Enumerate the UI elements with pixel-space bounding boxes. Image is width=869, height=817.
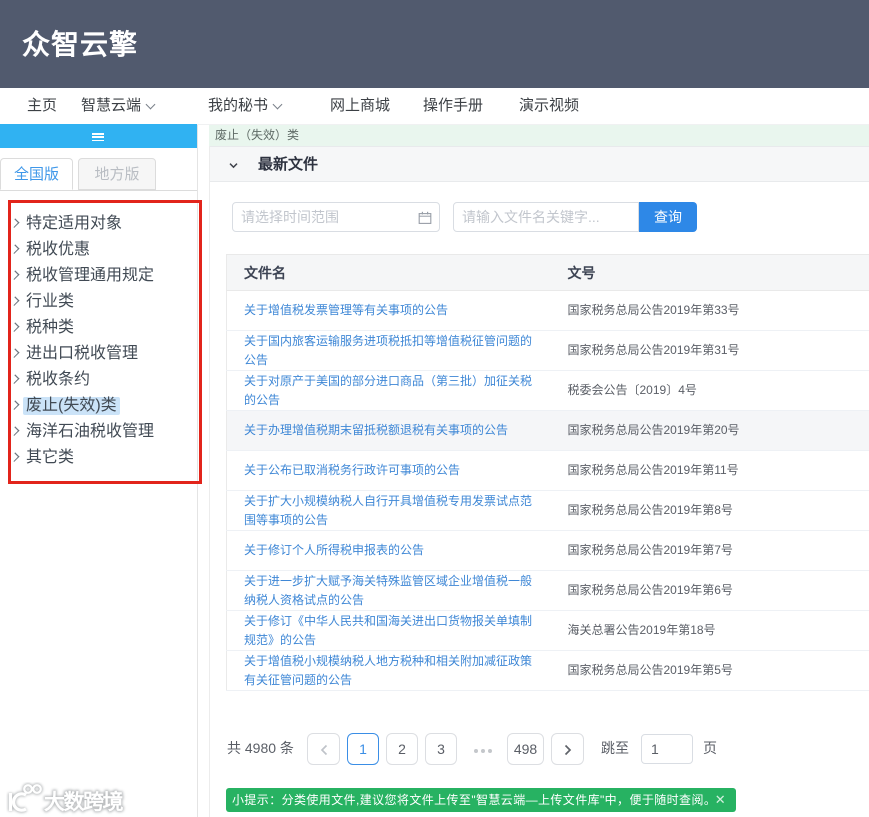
svg-text:大数跨境: 大数跨境 — [44, 790, 123, 814]
